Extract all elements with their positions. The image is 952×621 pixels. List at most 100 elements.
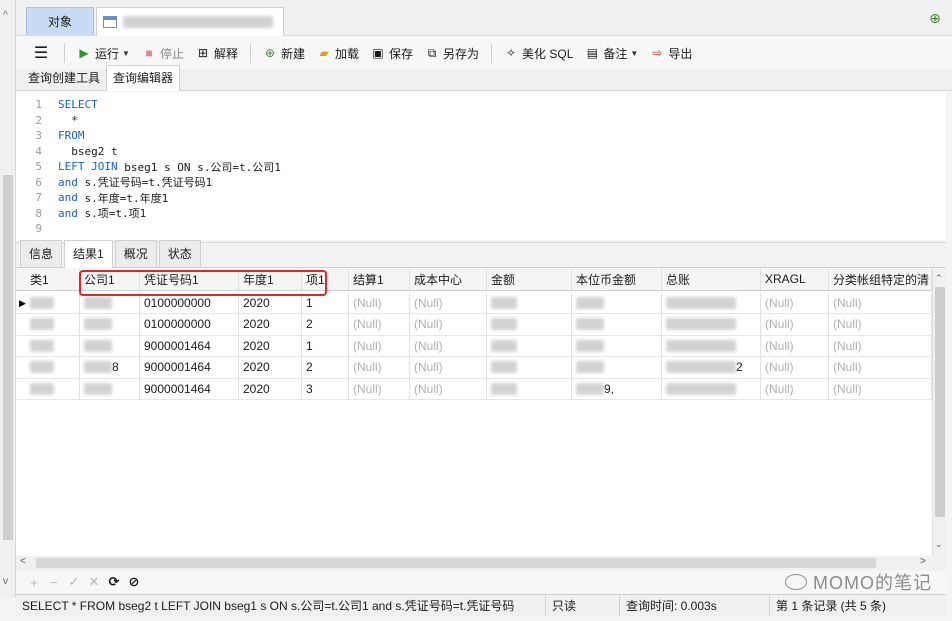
code-line[interactable]: 7 and s.年度=t.年度1 (16, 190, 168, 206)
table-cell[interactable]: 9, (572, 378, 662, 399)
table-cell[interactable] (572, 357, 662, 378)
table-cell[interactable]: 9000001464 (140, 378, 239, 399)
table-cell[interactable] (16, 335, 80, 356)
tab-result1[interactable]: 结果1 (64, 240, 113, 268)
table-cell[interactable] (572, 335, 662, 356)
tab-query-editor[interactable]: 查询编辑器 (106, 65, 181, 91)
delete-record-icon[interactable]: − (44, 575, 64, 590)
table-cell[interactable]: (Null) (349, 335, 410, 356)
column-header[interactable]: 类1 (16, 269, 80, 290)
table-cell[interactable] (487, 314, 572, 335)
table-cell[interactable]: (Null) (349, 378, 410, 399)
table-cell[interactable]: (Null) (761, 378, 829, 399)
table-cell[interactable]: 9000001464 (140, 357, 239, 378)
scrollbar-thumb[interactable] (3, 175, 13, 540)
table-cell[interactable] (80, 335, 140, 356)
table-cell[interactable]: (Null) (410, 378, 487, 399)
table-cell[interactable] (16, 292, 80, 313)
load-button[interactable]: ▰ 加载 (311, 41, 365, 65)
tab-status[interactable]: 状态 (158, 240, 201, 267)
table-cell[interactable] (572, 292, 662, 313)
table-cell[interactable]: (Null) (349, 314, 410, 335)
table-cell[interactable] (662, 378, 761, 399)
column-header[interactable]: 分类帐组特定的清 (829, 269, 932, 290)
table-row[interactable]: 8 9000001464 2020 2 (Null) (Null) 2 (Null) (Null… (16, 357, 932, 379)
table-cell[interactable]: 3 (302, 378, 349, 399)
left-scrollbar[interactable]: ^ v (0, 0, 16, 598)
column-header[interactable]: 金额 (487, 269, 572, 290)
run-button[interactable]: ▶ 运行 ▼ (71, 41, 136, 65)
result-grid[interactable]: 类1 公司1 凭证号码1 年度1 项1 结算1 成本中心 金额 本位币金额 总账 XRAGL 分类帐组… (16, 269, 932, 556)
menu-button[interactable]: ☰ (28, 41, 58, 65)
code-line[interactable]: 2 * (16, 113, 78, 129)
save-as-button[interactable]: ⧉ 另存为 (419, 41, 485, 65)
tab-query[interactable] (96, 7, 284, 36)
table-cell[interactable]: (Null) (829, 314, 932, 335)
table-cell[interactable]: 2 (302, 357, 349, 378)
code-line[interactable]: 8 and s.项=t.项1 (16, 206, 146, 222)
table-cell[interactable]: 2020 (239, 378, 302, 399)
refresh-icon[interactable]: ⟳ (104, 574, 124, 590)
table-cell[interactable] (662, 292, 761, 313)
tab-info[interactable]: 信息 (20, 240, 63, 267)
scroll-down-icon[interactable]: ⌄ (935, 539, 943, 550)
apply-icon[interactable]: ✓ (64, 574, 84, 590)
column-header[interactable]: 成本中心 (410, 269, 487, 290)
table-cell[interactable]: (Null) (761, 292, 829, 313)
table-cell[interactable]: (Null) (410, 357, 487, 378)
save-button[interactable]: ▣ 保存 (365, 41, 419, 65)
scroll-up-icon[interactable]: ^ (3, 10, 8, 21)
chevron-down-icon[interactable]: ▼ (122, 49, 130, 58)
column-header[interactable]: 总账 (662, 269, 761, 290)
table-cell[interactable] (16, 378, 80, 399)
tab-query-builder[interactable]: 查询创建工具 (22, 66, 106, 90)
table-cell[interactable]: (Null) (829, 378, 932, 399)
table-cell[interactable]: (Null) (349, 292, 410, 313)
table-cell[interactable]: (Null) (410, 292, 487, 313)
code-line[interactable]: 9 (16, 221, 58, 237)
table-cell[interactable]: (Null) (761, 335, 829, 356)
chevron-down-icon[interactable]: ▼ (630, 49, 638, 58)
table-cell[interactable]: (Null) (829, 357, 932, 378)
code-line[interactable]: 6 and s.凭证号码=t.凭证号码1 (16, 175, 212, 191)
table-row[interactable]: 9000001464 2020 3 (Null) (Null) 9, (Null) (Null… (16, 378, 932, 400)
export-button[interactable]: ⇨ 导出 (644, 41, 698, 65)
discard-icon[interactable]: ✕ (84, 574, 104, 590)
table-cell[interactable]: 2 (302, 314, 349, 335)
new-button[interactable]: ⊕ 新建 (257, 41, 311, 65)
table-cell[interactable]: 0100000000 (140, 314, 239, 335)
table-cell[interactable] (80, 378, 140, 399)
table-cell[interactable]: (Null) (761, 357, 829, 378)
code-line[interactable]: 1 SELECT (16, 97, 97, 113)
table-cell[interactable] (16, 357, 80, 378)
code-line[interactable]: 3 FROM (16, 128, 84, 144)
table-cell[interactable]: (Null) (829, 292, 932, 313)
table-cell[interactable] (16, 314, 80, 335)
scrollbar-thumb[interactable] (36, 558, 876, 568)
tab-profile[interactable]: 概况 (114, 240, 157, 267)
scroll-right-icon[interactable]: > (920, 556, 926, 567)
stop-icon[interactable]: ⊘ (124, 574, 144, 590)
scrollbar-thumb[interactable] (935, 287, 945, 517)
table-cell[interactable]: 8 (80, 357, 140, 378)
column-header[interactable]: XRAGL (761, 269, 829, 290)
table-cell[interactable]: (Null) (410, 314, 487, 335)
explain-button[interactable]: ⊞ 解释 (190, 41, 244, 65)
grid-horizontal-scrollbar[interactable]: < > (16, 556, 946, 570)
tab-objects[interactable]: 对象 (26, 7, 94, 35)
table-cell[interactable]: 2020 (239, 357, 302, 378)
column-header[interactable]: 本位币金额 (572, 269, 662, 290)
add-tab-icon[interactable]: ⊕ (926, 10, 944, 28)
scroll-left-icon[interactable]: < (20, 556, 26, 567)
table-cell[interactable]: (Null) (410, 335, 487, 356)
grid-vertical-scrollbar[interactable]: ⌃ ⌄ (932, 269, 946, 556)
table-cell[interactable] (487, 335, 572, 356)
sql-editor[interactable]: 1 SELECT 2 * 3 FROM 4 bseg2 t 5 LEFT JOIN bseg1… (16, 92, 946, 240)
table-cell[interactable]: (Null) (349, 357, 410, 378)
table-cell[interactable]: 9000001464 (140, 335, 239, 356)
table-cell[interactable]: 1 (302, 335, 349, 356)
table-row[interactable]: 0100000000 2020 2 (Null) (Null) (Null) (Null) (16, 314, 932, 336)
table-cell[interactable] (662, 335, 761, 356)
table-cell[interactable] (487, 378, 572, 399)
notes-button[interactable]: ▤ 备注 ▼ (579, 41, 644, 65)
